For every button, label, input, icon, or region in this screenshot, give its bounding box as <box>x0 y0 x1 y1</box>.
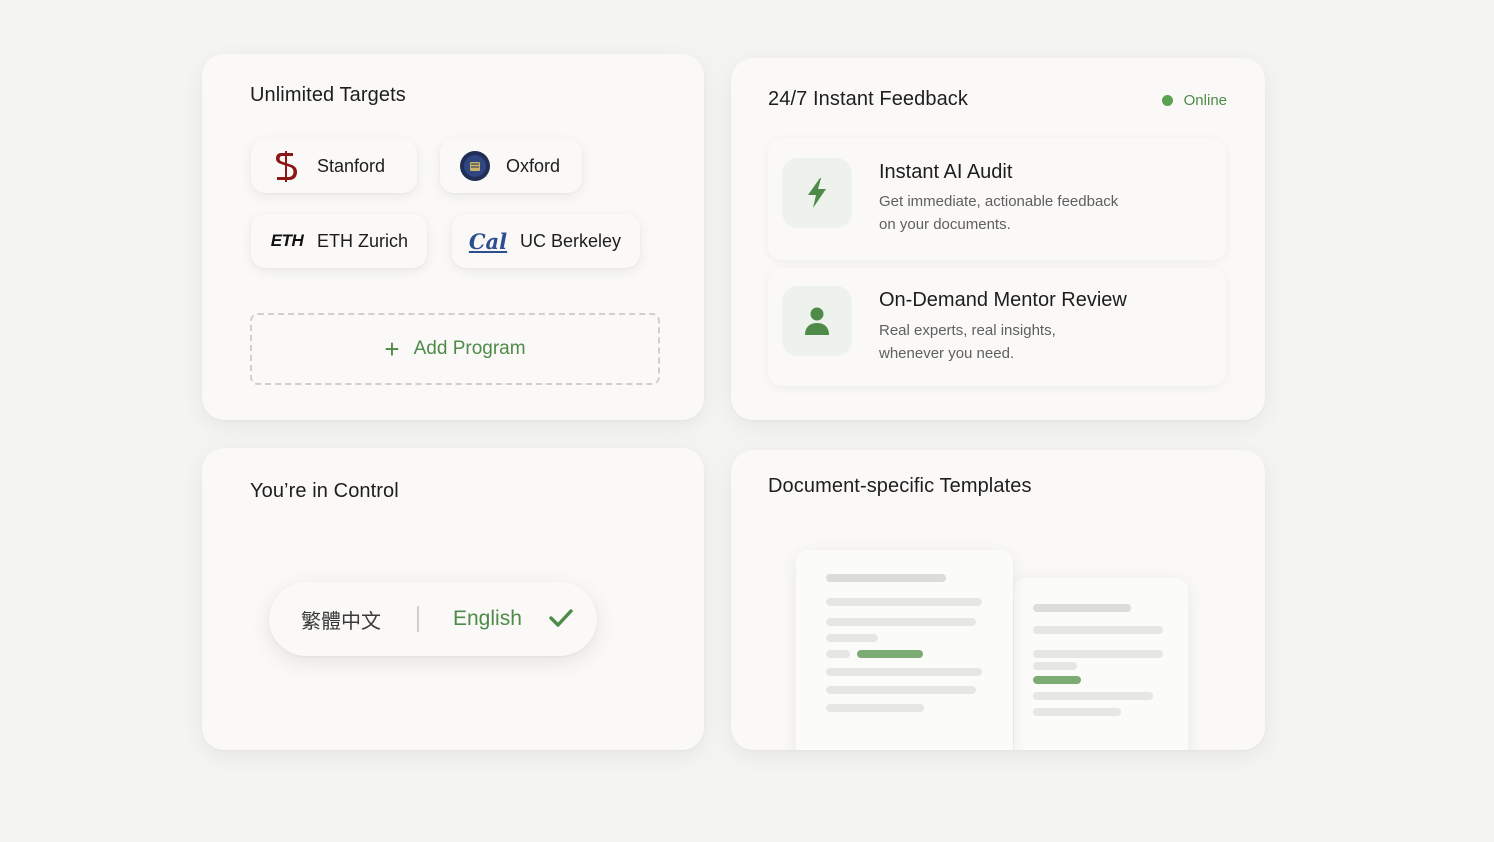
school-name: Stanford <box>317 155 386 176</box>
template-preview-secondary <box>1014 578 1188 750</box>
status-dot-icon <box>1161 95 1173 106</box>
oxford-logo-icon <box>458 149 492 183</box>
online-status: Online <box>1161 92 1227 109</box>
divider <box>417 606 419 632</box>
lightning-icon <box>782 158 852 228</box>
language-option-chinese[interactable]: 繁體中文 <box>301 605 381 634</box>
person-icon <box>782 286 852 356</box>
card-title: Document-specific Templates <box>768 475 1032 497</box>
plus-icon: + <box>384 334 400 364</box>
school-name: UC Berkeley <box>520 230 622 251</box>
templates-card: Document-specific Templates <box>731 450 1265 750</box>
school-chip-uc-berkeley[interactable]: Cal UC Berkeley <box>452 214 640 268</box>
status-label: Online <box>1183 92 1227 109</box>
in-control-card: You’re in Control 繁體中文 English <box>202 448 704 750</box>
school-chip-eth-zurich[interactable]: ETH ETH Zurich <box>251 214 427 268</box>
feature-title: Instant AI Audit <box>879 161 1013 183</box>
language-option-english[interactable]: English <box>453 607 522 631</box>
school-chip-stanford[interactable]: Stanford <box>251 139 417 193</box>
checkmark-icon <box>549 608 573 633</box>
school-chip-oxford[interactable]: Oxford <box>440 139 582 193</box>
cal-logo-icon: Cal <box>468 228 508 254</box>
feature-description: Real experts, real insights, whenever yo… <box>879 322 1056 362</box>
add-program-button[interactable]: + Add Program <box>250 313 660 385</box>
unlimited-targets-card: Unlimited Targets Stanford Oxford ETH ET… <box>202 54 704 420</box>
template-preview-primary <box>796 550 1013 750</box>
instant-feedback-card: 24/7 Instant Feedback Online Instant AI … <box>731 58 1265 420</box>
feature-title: On-Demand Mentor Review <box>879 289 1127 311</box>
feature-instant-ai-audit[interactable]: Instant AI Audit Get immediate, actionab… <box>768 138 1226 260</box>
add-program-label: Add Program <box>413 338 526 359</box>
school-name: Oxford <box>506 155 561 176</box>
feature-description: Get immediate, actionable feedback on yo… <box>879 193 1119 233</box>
school-name: ETH Zurich <box>317 230 409 251</box>
stanford-logo-icon <box>269 149 303 183</box>
eth-logo-icon: ETH <box>270 231 304 250</box>
card-title: 24/7 Instant Feedback <box>768 88 969 110</box>
feature-on-demand-mentor-review[interactable]: On-Demand Mentor Review Real experts, re… <box>768 268 1226 386</box>
language-toggle[interactable]: 繁體中文 English <box>269 582 597 656</box>
card-title: You’re in Control <box>250 480 399 502</box>
card-title: Unlimited Targets <box>250 84 406 106</box>
